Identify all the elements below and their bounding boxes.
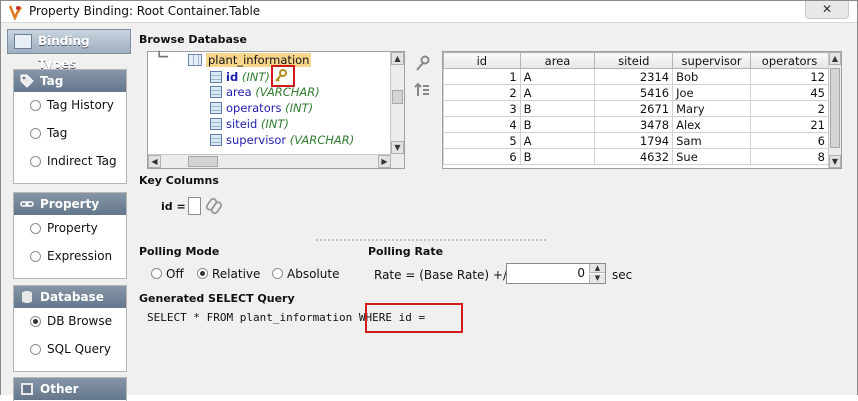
radio-button[interactable] — [30, 344, 41, 355]
rate-prefix-label: Rate = (Base Rate) +/- — [374, 268, 512, 282]
column-icon — [210, 134, 222, 146]
scroll-thumb[interactable] — [188, 156, 218, 167]
column-icon — [210, 118, 222, 130]
column-header-operators[interactable]: operators — [750, 52, 829, 69]
radio-tag-history[interactable]: Tag History — [14, 92, 126, 120]
binding-types-icon — [14, 34, 32, 49]
database-group: Database DB Browse SQL Query — [13, 285, 127, 372]
column-header-id[interactable]: id — [443, 52, 521, 69]
group-header-property[interactable]: Property — [14, 193, 126, 215]
key-tool-icon[interactable] — [413, 55, 431, 73]
table-vertical-scrollbar[interactable]: ▲ ▼ — [828, 52, 841, 168]
tree-vertical-scrollbar[interactable]: ▲ ▼ — [390, 52, 404, 168]
other-icon — [21, 383, 33, 395]
polling-rate-spinner[interactable]: 0 ▲ ▼ — [506, 263, 606, 284]
tag-icon — [20, 74, 34, 88]
tag-group: Tag Tag History Tag Indirect Tag — [13, 69, 127, 184]
table-row[interactable]: 6 B 4632 Sue 8 — [443, 148, 829, 165]
spinner-up-icon[interactable]: ▲ — [589, 264, 605, 273]
table-row[interactable]: 3 B 2671 Mary 2 — [443, 100, 829, 117]
radio-button-selected[interactable] — [30, 316, 41, 327]
other-group: Other — [13, 377, 127, 401]
spinner-down-icon[interactable]: ▼ — [589, 274, 605, 283]
tree-horizontal-scrollbar[interactable]: ◀ ▶ — [148, 154, 391, 168]
chain-link-icon — [20, 201, 34, 207]
scroll-thumb[interactable] — [392, 90, 403, 104]
table-row[interactable]: 5 A 1794 Sam 6 — [443, 132, 829, 149]
where-highlight-box — [365, 303, 463, 333]
radio-button[interactable] — [30, 251, 41, 262]
table-row[interactable]: 4 B 3478 Alex 21 — [443, 116, 829, 133]
radio-tag[interactable]: Tag — [14, 120, 126, 148]
tree-column-supervisor[interactable]: supervisor (VARCHAR) — [210, 133, 354, 149]
property-binding-dialog: Property Binding: Root Container.Table ✕… — [0, 0, 858, 401]
key-columns-label: Key Columns — [139, 174, 219, 187]
key-tools — [411, 53, 433, 133]
tree-column-operators[interactable]: operators (INT) — [210, 101, 313, 117]
property-group: Property Property Expression — [13, 192, 127, 279]
rate-unit-label: sec — [612, 268, 633, 282]
radio-button[interactable] — [30, 128, 41, 139]
preview-table[interactable]: id area siteid supervisor operators 1 A 23… — [442, 51, 842, 169]
scroll-left-arrow-icon[interactable]: ◀ — [148, 155, 161, 168]
table-icon — [188, 54, 202, 66]
polling-rate-label: Polling Rate — [368, 245, 444, 258]
column-header-supervisor[interactable]: supervisor — [672, 52, 752, 69]
radio-button[interactable] — [30, 100, 41, 111]
polling-rate-value[interactable]: 0 — [577, 266, 585, 280]
radio-db-browse[interactable]: DB Browse — [14, 308, 126, 336]
scroll-down-arrow-icon[interactable]: ▼ — [829, 155, 841, 168]
radio-expression[interactable]: Expression — [14, 243, 126, 271]
tree-column-siteid[interactable]: siteid (INT) — [210, 117, 289, 133]
column-icon — [210, 71, 222, 83]
radio-indirect-tag[interactable]: Indirect Tag — [14, 148, 126, 176]
table-header-row: id area siteid supervisor operators — [443, 52, 829, 69]
window-title: Property Binding: Root Container.Table — [29, 4, 261, 18]
radio-polling-relative[interactable]: Relative — [197, 267, 260, 281]
close-button[interactable]: ✕ — [805, 1, 849, 19]
tree-connector: ┗━ — [156, 52, 169, 63]
key-highlight-box — [271, 65, 295, 87]
radio-polling-off[interactable]: Off — [151, 267, 184, 281]
radio-button[interactable] — [30, 223, 41, 234]
radio-property[interactable]: Property — [14, 215, 126, 243]
column-header-area[interactable]: area — [519, 52, 596, 69]
table-row[interactable]: 2 A 5416 Joe 45 — [443, 84, 829, 101]
group-header-database[interactable]: Database — [14, 286, 126, 308]
browse-database-label: Browse Database — [139, 33, 247, 46]
polling-mode-label: Polling Mode — [139, 245, 220, 258]
generated-query-label: Generated SELECT Query — [139, 292, 295, 305]
scroll-up-arrow-icon[interactable]: ▲ — [829, 52, 841, 65]
radio-button[interactable] — [272, 268, 283, 279]
separator — [316, 239, 546, 241]
title-bar: Property Binding: Root Container.Table ✕ — [1, 1, 857, 23]
dialog-content: Binding Types Tag Tag History Tag Indire… — [1, 23, 857, 401]
key-column-id-field[interactable] — [188, 197, 201, 215]
database-icon — [22, 291, 32, 303]
binding-types-label: Binding Types — [38, 34, 90, 71]
key-column-id-label: id = — [161, 200, 186, 213]
column-header-siteid[interactable]: siteid — [594, 52, 674, 69]
link-icon[interactable] — [205, 197, 223, 215]
tree-column-area[interactable]: area (VARCHAR) — [210, 85, 320, 101]
scroll-thumb[interactable] — [830, 68, 840, 148]
radio-button[interactable] — [30, 156, 41, 167]
radio-sql-query[interactable]: SQL Query — [14, 336, 126, 364]
scroll-up-arrow-icon[interactable]: ▲ — [391, 52, 404, 65]
radio-button[interactable] — [151, 268, 162, 279]
group-header-other[interactable]: Other — [14, 378, 126, 400]
scroll-right-arrow-icon[interactable]: ▶ — [378, 155, 391, 168]
table-row[interactable]: 1 A 2314 Bob 12 — [443, 68, 829, 85]
binding-types-header: Binding Types — [7, 29, 131, 71]
sort-icon[interactable] — [413, 81, 431, 99]
column-icon — [210, 86, 222, 98]
app-logo-icon — [8, 5, 23, 20]
binding-types-panel: Binding Types Tag Tag History Tag Indire… — [7, 29, 131, 401]
radio-polling-absolute[interactable]: Absolute — [272, 267, 339, 281]
group-header-tag[interactable]: Tag — [14, 70, 126, 92]
scroll-down-arrow-icon[interactable]: ▼ — [391, 141, 404, 154]
column-icon — [210, 102, 222, 114]
radio-button-selected[interactable] — [197, 268, 208, 279]
